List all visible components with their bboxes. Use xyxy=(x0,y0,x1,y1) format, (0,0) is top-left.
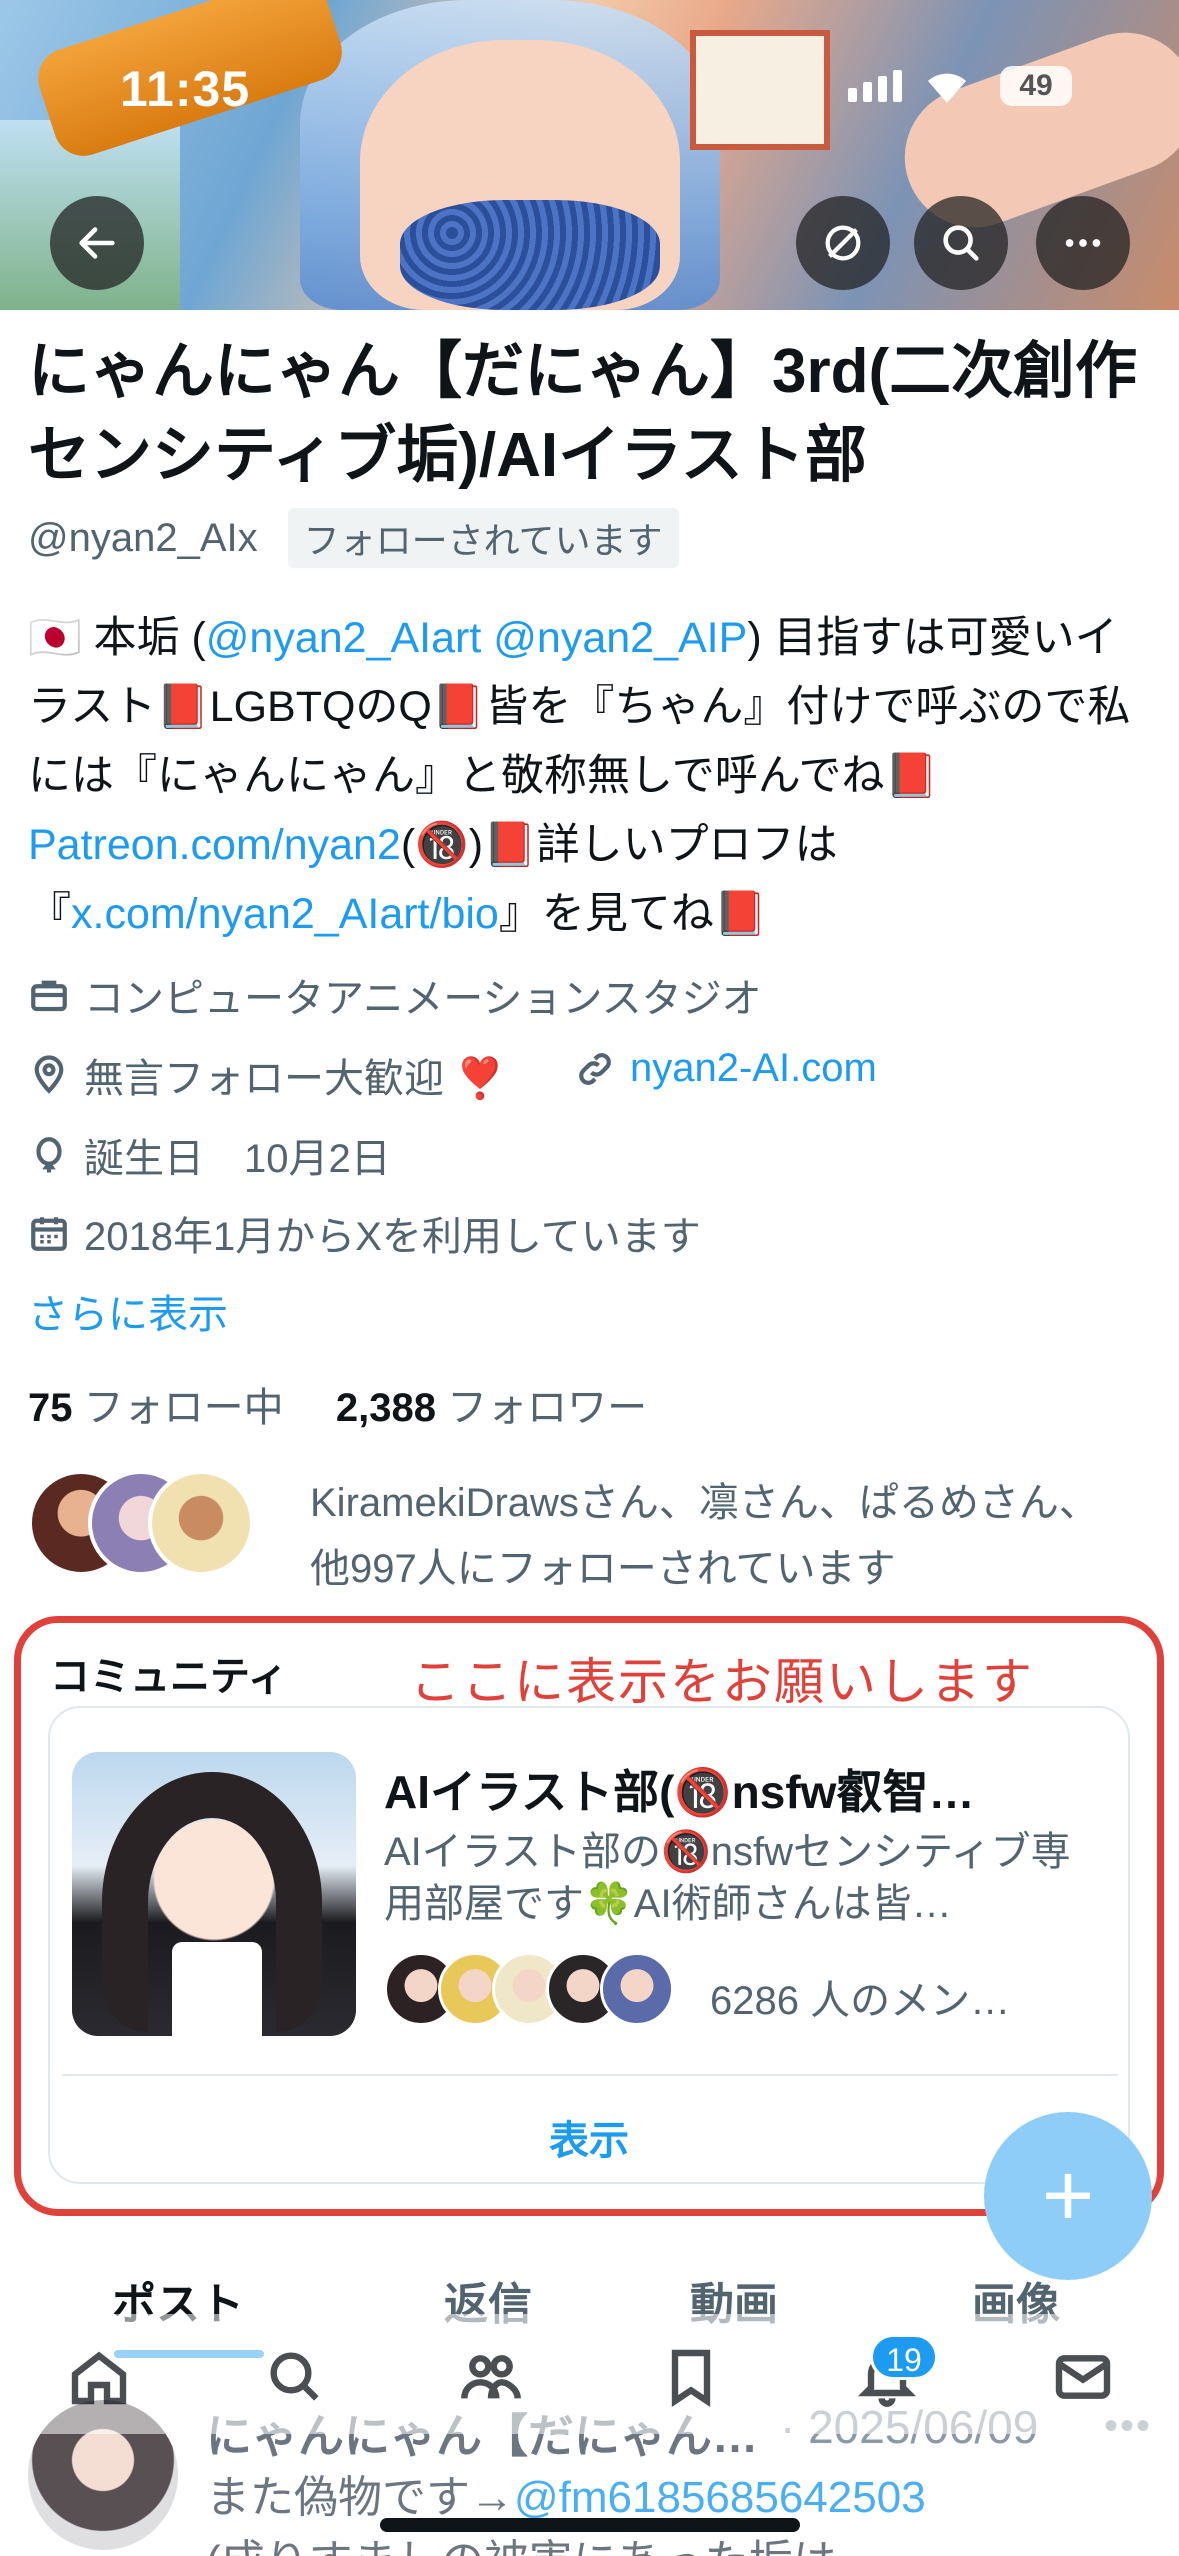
card-divider xyxy=(62,2074,1118,2076)
following-link[interactable]: 75 フォロー中 xyxy=(28,1386,284,1430)
following-count: 75 xyxy=(28,1386,73,1430)
bio-text: 』を見てね📕 xyxy=(498,890,768,938)
profile-display-name: にゃんにゃん【だにゃん】3rd(二次創作センシティブ垢)/AIイラスト部 xyxy=(28,337,1138,490)
nav-search[interactable] xyxy=(260,2342,330,2412)
handle-row: @nyan2_AIx フォローされています xyxy=(28,508,679,568)
followed-by-text[interactable]: KiramekiDrawsさん、凛さん、ぱるめさん、他997人にフォローされてい… xyxy=(310,1470,1110,1602)
search-button[interactable] xyxy=(914,196,1008,290)
bio-text: 本垢 ( xyxy=(81,614,206,662)
avatar xyxy=(148,1470,254,1576)
community-card[interactable]: AIイラスト部(🔞nsfw叡智… AIイラスト部の🔞nsfwセンシティブ専用部屋… xyxy=(48,1706,1130,2184)
bio-link-patreon[interactable]: Patreon.com/nyan2 xyxy=(28,821,401,869)
website-link[interactable]: nyan2-AI.com xyxy=(630,1046,877,1091)
calendar-icon xyxy=(31,1217,67,1251)
profile-bio: 🇯🇵 本垢 (@nyan2_AIart @nyan2_AIP) 目指すは可愛いイ… xyxy=(28,604,1158,949)
followers-label: フォロワー xyxy=(435,1386,648,1430)
thumbnail-apron xyxy=(172,1942,262,2036)
nav-home[interactable] xyxy=(64,2342,134,2412)
home-icon xyxy=(71,2351,127,2405)
japan-flag-icon: 🇯🇵 xyxy=(28,614,82,662)
bio-link-main-account[interactable]: @nyan2_AIart xyxy=(206,614,482,662)
joined-text: 2018年1月からXを利用しています xyxy=(84,1215,701,1259)
status-time: 11:35 xyxy=(120,61,251,117)
cellular-signal-icon xyxy=(848,70,902,102)
community-show-button[interactable]: 表示 xyxy=(50,2108,1128,2166)
bottom-navigation xyxy=(0,2314,1179,2434)
show-more-link[interactable]: さらに表示 xyxy=(28,1282,228,1340)
nav-messages[interactable] xyxy=(1048,2342,1118,2412)
profile-joined: 2018年1月からXを利用しています xyxy=(28,1204,701,1262)
arrow-left-icon xyxy=(79,227,115,259)
briefcase-icon xyxy=(31,980,67,1012)
plus-icon: + xyxy=(1041,2145,1095,2246)
following-label: フォロー中 xyxy=(72,1386,284,1430)
post-text-prefix: また偽物です→ xyxy=(206,2473,514,2522)
community-member-count: 6286 人のメン… xyxy=(710,1979,1011,2023)
banner-character-outfit xyxy=(400,200,660,310)
followers-link[interactable]: 2,388 フォロワー xyxy=(336,1386,647,1430)
balloon-icon xyxy=(36,1137,62,1173)
profile-birthday: 誕生日 10月2日 xyxy=(28,1126,391,1184)
mutual-followers-avatars[interactable] xyxy=(28,1470,254,1576)
status-bar: 11:35 49 xyxy=(0,48,1179,128)
notifications-badge: 19 xyxy=(870,2334,938,2380)
community-section-label: コミュニティ xyxy=(50,1655,288,1699)
grok-button[interactable] xyxy=(796,196,890,290)
bio-link-patreon-account[interactable]: @nyan2_AIP xyxy=(493,614,747,662)
profile-handle: @nyan2_AIx xyxy=(28,515,258,560)
battery-icon: 49 xyxy=(1000,66,1072,106)
community-title: AIイラスト部(🔞nsfw叡智… xyxy=(384,1766,975,1818)
communities-icon xyxy=(461,2355,521,2399)
more-horizontal-icon xyxy=(1065,239,1101,247)
annotation-text: ここに表示をお願いします xyxy=(410,1654,1034,1710)
profile-location: 無言フォロー大歓迎 ❣️ xyxy=(28,1046,505,1104)
birthday-text: 誕生日 10月2日 xyxy=(84,1137,391,1181)
more-options-button[interactable] xyxy=(1036,196,1130,290)
search-icon xyxy=(270,2352,319,2401)
location-text: 無言フォロー大歓迎 ❣️ xyxy=(84,1057,505,1101)
mail-icon xyxy=(1055,2355,1111,2399)
location-pin-icon xyxy=(34,1055,64,1094)
home-indicator[interactable] xyxy=(380,2518,800,2532)
community-thumbnail xyxy=(72,1752,356,2036)
follow-counts: 75 フォロー中 2,388 フォロワー xyxy=(28,1375,647,1433)
avatar xyxy=(600,1952,674,2026)
profile-website[interactable]: nyan2-AI.com xyxy=(574,1046,877,1091)
nav-bookmarks[interactable] xyxy=(656,2342,726,2412)
search-icon xyxy=(943,225,979,261)
grok-icon xyxy=(825,225,861,261)
wifi-icon xyxy=(924,66,970,116)
back-button[interactable] xyxy=(50,196,144,290)
profile-tabs: ポスト 返信 動画 画像 xyxy=(0,2254,1179,2329)
category-text: コンピュータアニメーションスタジオ xyxy=(84,977,762,1021)
followers-count: 2,388 xyxy=(335,1386,436,1430)
bio-link-profile[interactable]: x.com/nyan2_AIart/bio xyxy=(71,890,499,938)
link-icon xyxy=(579,1052,611,1085)
post-mention-link[interactable]: @fm6185685642503 xyxy=(514,2473,926,2522)
community-description: AIイラスト部の🔞nsfwセンシティブ専用部屋です🍀AI術師さんは皆… xyxy=(384,1830,1071,1926)
profile-category: コンピュータアニメーションスタジオ xyxy=(28,966,762,1024)
post-text: また偽物です→@fm6185685642503 (成りすましの被害にあった垢は xyxy=(206,2466,1106,2556)
follows-you-badge: フォローされています xyxy=(287,508,679,568)
nav-communities[interactable] xyxy=(456,2342,526,2412)
post-text-line2: (成りすましの被害にあった垢は xyxy=(206,2537,837,2556)
community-member-avatars xyxy=(384,1952,674,2026)
bookmark-icon xyxy=(671,2349,711,2407)
